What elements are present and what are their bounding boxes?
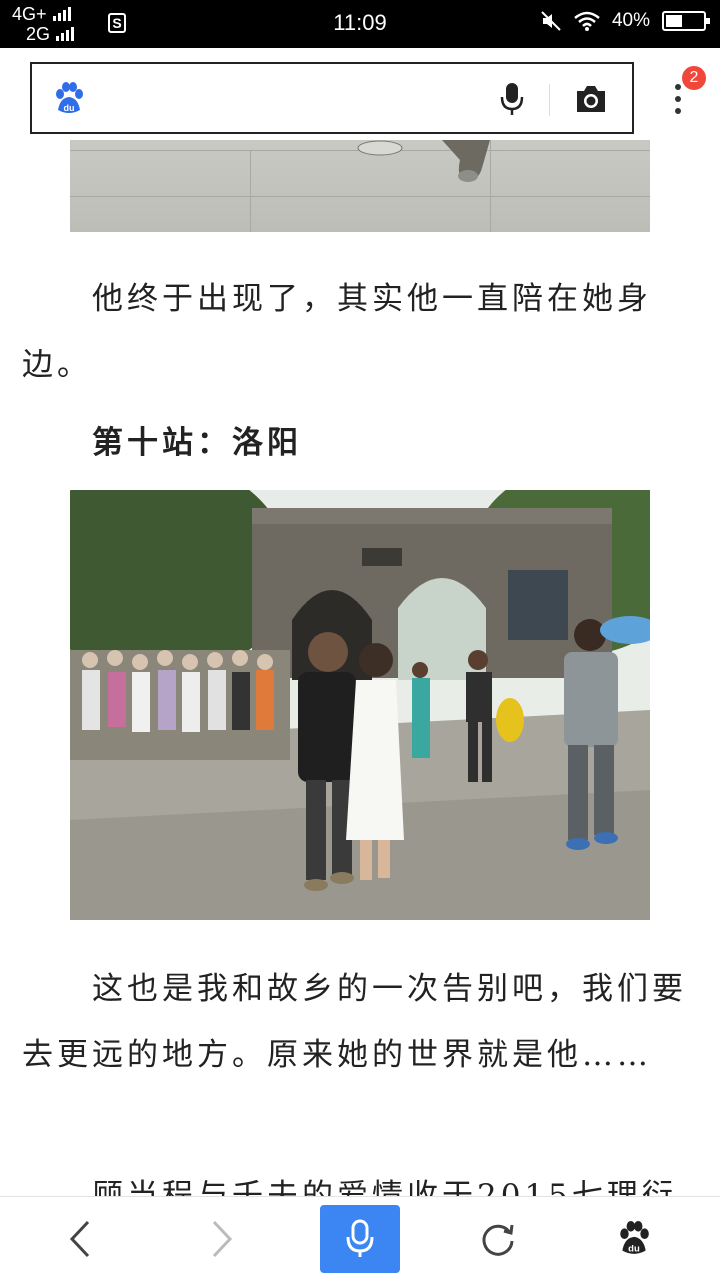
battery-icon — [662, 11, 710, 31]
microphone-icon — [346, 1219, 374, 1257]
chevron-right-icon — [212, 1220, 233, 1258]
refresh-icon — [482, 1224, 514, 1256]
forward-button[interactable] — [182, 1197, 262, 1281]
status-bar: 4G+ 2G S 11:09 40% — [0, 0, 720, 48]
article-photo — [70, 490, 650, 920]
chevron-left-icon — [69, 1220, 90, 1258]
article-paragraph-2: 这也是我和故乡的一次告别吧，我们要去更远的地方。原来她的世界就是他…… — [22, 971, 687, 1073]
voice-search-button[interactable] — [320, 1205, 400, 1273]
article-paragraph-partial: 顾当程与壬夫的爱情收于2015七理衍 — [92, 1178, 677, 1196]
baidu-home-button[interactable]: du — [594, 1197, 674, 1281]
refresh-button[interactable] — [458, 1197, 538, 1281]
article-paragraph: 他终于出现了，其实他一直陪在她身边。 — [22, 281, 652, 383]
search-header: du 2 — [0, 48, 720, 140]
back-button[interactable] — [40, 1197, 120, 1281]
article-content: 他终于出现了，其实他一直陪在她身边。 第十站：洛阳 这也是我和故乡的一次告别吧，… — [0, 140, 720, 1196]
baidu-paw-icon: du — [56, 82, 83, 113]
notification-badge: 2 — [682, 66, 706, 90]
camera-icon[interactable] — [574, 84, 608, 114]
search-divider — [549, 84, 550, 116]
mute-icon — [541, 11, 561, 31]
baidu-logo-text: du — [64, 103, 75, 113]
microphone-icon[interactable] — [500, 82, 524, 116]
baidu-paw-icon: du — [620, 1221, 649, 1255]
search-box[interactable]: du — [30, 62, 634, 134]
wifi-icon — [574, 11, 600, 31]
baidu-home-logo-text: du — [628, 1244, 640, 1255]
article-image-partial — [70, 140, 650, 232]
more-menu-button[interactable] — [674, 84, 682, 120]
section-heading: 第十站：洛阳 — [92, 425, 302, 461]
battery-percent: 40% — [611, 10, 650, 31]
feet-image-detail — [357, 140, 490, 182]
bottom-navigation: du — [0, 1196, 720, 1281]
